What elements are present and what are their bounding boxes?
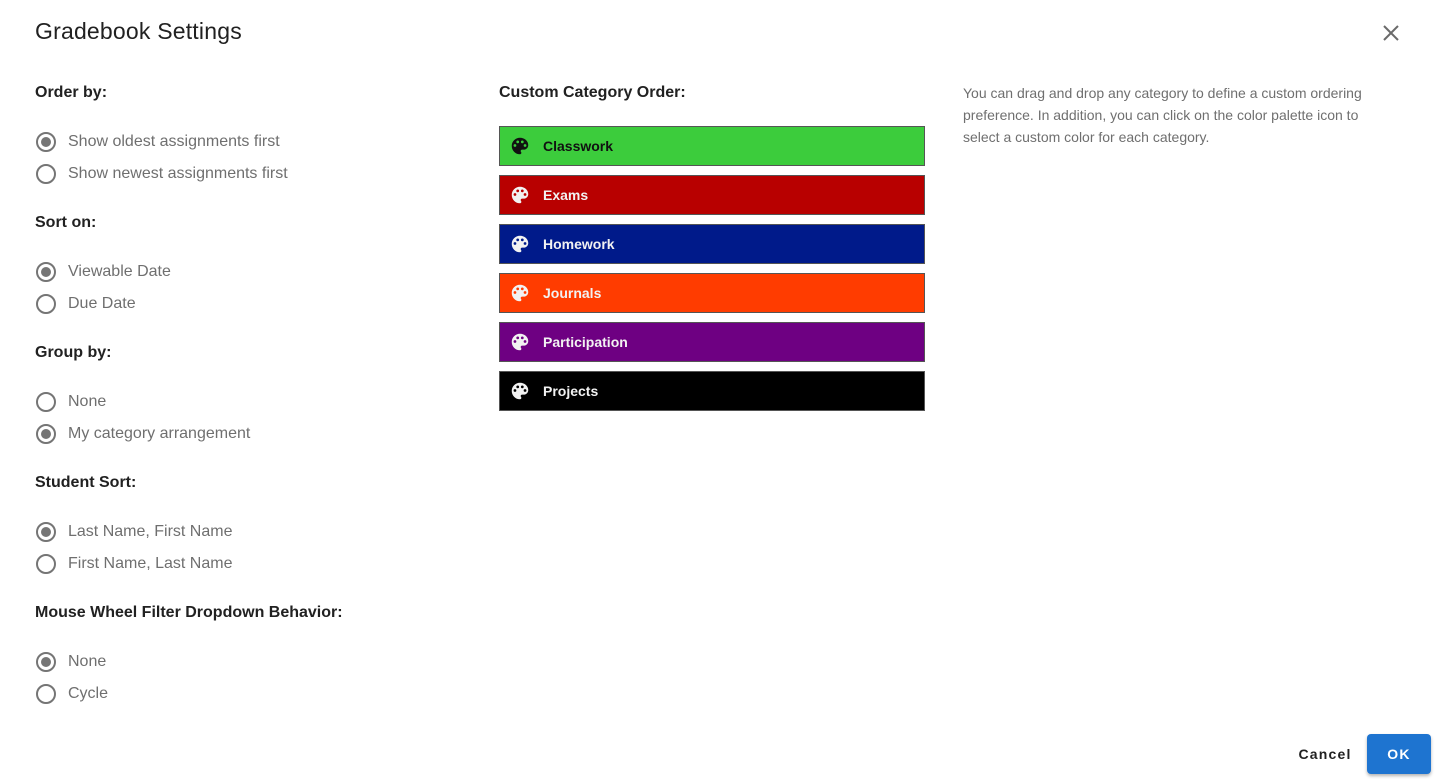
radio-button[interactable] bbox=[36, 424, 56, 444]
settings-column: Order by: Show oldest assignments first … bbox=[35, 84, 455, 734]
section-label: Sort on: bbox=[35, 214, 97, 231]
section-label: Custom Category Order: bbox=[499, 84, 686, 101]
category-item[interactable]: Classwork bbox=[499, 126, 925, 166]
section-student-sort: Student Sort: Last Name, First Name Firs… bbox=[35, 474, 455, 580]
radio-button[interactable] bbox=[36, 392, 56, 412]
radio-button[interactable] bbox=[36, 132, 56, 152]
radio-option[interactable]: My category arrangement bbox=[35, 418, 455, 450]
radio-option[interactable]: First Name, Last Name bbox=[35, 548, 455, 580]
section-label: Group by: bbox=[35, 344, 112, 361]
radio-label: My category arrangement bbox=[68, 425, 251, 442]
radio-option[interactable]: None bbox=[35, 386, 455, 418]
radio-button[interactable] bbox=[36, 684, 56, 704]
category-item[interactable]: Homework bbox=[499, 224, 925, 264]
custom-category-order: Custom Category Order: Classwork Exams H… bbox=[499, 84, 925, 420]
radio-button[interactable] bbox=[36, 522, 56, 542]
radio-label: None bbox=[68, 393, 107, 410]
radio-group-student-sort: Last Name, First Name First Name, Last N… bbox=[35, 516, 455, 580]
radio-label: Cycle bbox=[68, 685, 109, 702]
category-name: Projects bbox=[543, 383, 599, 399]
palette-icon[interactable] bbox=[509, 135, 531, 157]
section-label: Mouse Wheel Filter Dropdown Behavior: bbox=[35, 604, 343, 621]
section-sort-on: Sort on: Viewable Date Due Date bbox=[35, 214, 455, 320]
close-icon bbox=[1383, 25, 1399, 41]
category-item[interactable]: Journals bbox=[499, 273, 925, 313]
radio-group-order-by: Show oldest assignments first Show newes… bbox=[35, 126, 455, 190]
radio-group-sort-on: Viewable Date Due Date bbox=[35, 256, 455, 320]
section-label: Order by: bbox=[35, 84, 108, 101]
ok-button[interactable]: OK bbox=[1367, 734, 1431, 774]
palette-icon[interactable] bbox=[509, 184, 531, 206]
close-button[interactable] bbox=[1378, 20, 1404, 46]
section-order-by: Order by: Show oldest assignments first … bbox=[35, 84, 455, 190]
radio-option[interactable]: Show newest assignments first bbox=[35, 158, 455, 190]
palette-icon[interactable] bbox=[509, 233, 531, 255]
radio-label: Last Name, First Name bbox=[68, 523, 233, 540]
radio-button[interactable] bbox=[36, 554, 56, 574]
radio-label: Show newest assignments first bbox=[68, 165, 288, 182]
category-list: Classwork Exams Homework Journals Partic… bbox=[499, 126, 925, 411]
radio-option[interactable]: None bbox=[35, 646, 455, 678]
radio-label: None bbox=[68, 653, 107, 670]
radio-button[interactable] bbox=[36, 294, 56, 314]
palette-icon[interactable] bbox=[509, 282, 531, 304]
radio-option[interactable]: Last Name, First Name bbox=[35, 516, 455, 548]
radio-option[interactable]: Cycle bbox=[35, 678, 455, 710]
cancel-button[interactable]: Cancel bbox=[1290, 736, 1360, 772]
category-item[interactable]: Participation bbox=[499, 322, 925, 362]
category-item[interactable]: Exams bbox=[499, 175, 925, 215]
radio-group-mouse-wheel: None Cycle bbox=[35, 646, 455, 710]
help-text: You can drag and drop any category to de… bbox=[963, 85, 1362, 145]
category-item[interactable]: Projects bbox=[499, 371, 925, 411]
radio-label: Due Date bbox=[68, 295, 136, 312]
category-name: Homework bbox=[543, 236, 615, 252]
category-name: Journals bbox=[543, 285, 602, 301]
radio-option[interactable]: Due Date bbox=[35, 288, 455, 320]
category-name: Exams bbox=[543, 187, 589, 203]
section-group-by: Group by: None My category arrangement bbox=[35, 344, 455, 450]
radio-label: First Name, Last Name bbox=[68, 555, 233, 572]
radio-group-group-by: None My category arrangement bbox=[35, 386, 455, 450]
category-name: Classwork bbox=[543, 138, 614, 154]
radio-button[interactable] bbox=[36, 164, 56, 184]
palette-icon[interactable] bbox=[509, 380, 531, 402]
section-mouse-wheel: Mouse Wheel Filter Dropdown Behavior: No… bbox=[35, 604, 455, 710]
radio-label: Viewable Date bbox=[68, 263, 171, 280]
radio-label: Show oldest assignments first bbox=[68, 133, 280, 150]
radio-option[interactable]: Viewable Date bbox=[35, 256, 455, 288]
radio-button[interactable] bbox=[36, 262, 56, 282]
palette-icon[interactable] bbox=[509, 331, 531, 353]
radio-option[interactable]: Show oldest assignments first bbox=[35, 126, 455, 158]
dialog-title: Gradebook Settings bbox=[35, 18, 242, 44]
section-label: Student Sort: bbox=[35, 474, 137, 491]
radio-button[interactable] bbox=[36, 652, 56, 672]
category-name: Participation bbox=[543, 334, 628, 350]
